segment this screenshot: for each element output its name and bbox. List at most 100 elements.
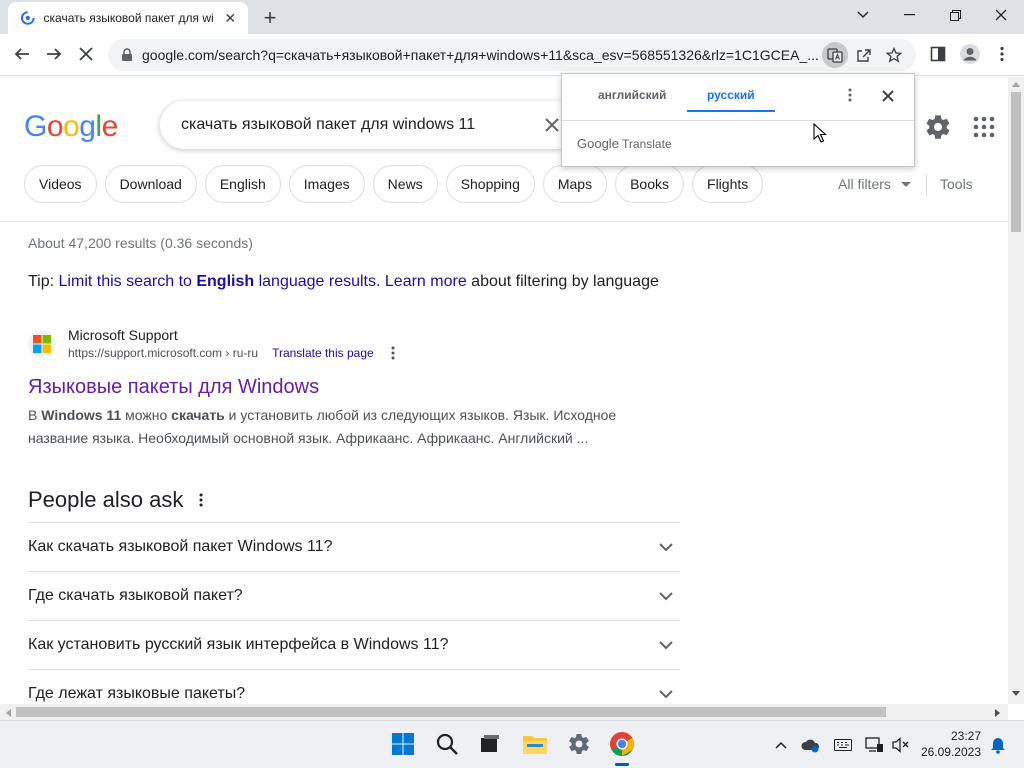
- divider: [0, 221, 1008, 222]
- active-app-indicator: [615, 763, 629, 766]
- onedrive-icon[interactable]: [800, 734, 822, 756]
- tab-close-icon[interactable]: ✕: [221, 8, 240, 28]
- search-icon[interactable]: [430, 727, 464, 761]
- restore-icon[interactable]: [932, 0, 978, 30]
- forward-arrow-icon[interactable]: [40, 40, 68, 68]
- scroll-left-arrow-icon[interactable]: [4, 708, 12, 718]
- chip-english[interactable]: English: [204, 165, 281, 203]
- system-clock[interactable]: 23:27 26.09.2023: [915, 728, 981, 760]
- snippet-bold: Windows 11: [41, 407, 122, 423]
- file-explorer-icon[interactable]: [518, 727, 552, 761]
- gear-icon[interactable]: [924, 113, 952, 141]
- google-translate-brand: Google Translate: [577, 136, 672, 151]
- scroll-up-arrow-icon[interactable]: [1011, 80, 1021, 88]
- all-filters-button[interactable]: All filters: [838, 176, 911, 192]
- people-also-ask-heading: People also ask: [28, 487, 203, 513]
- lang-tab-source[interactable]: английский: [598, 88, 666, 102]
- chip-news[interactable]: News: [372, 165, 438, 203]
- tray-overflow-chevron-icon[interactable]: [770, 734, 792, 756]
- logo-letter: e: [101, 110, 119, 143]
- address-bar[interactable]: google.com/search?q=скачать+языковой+пак…: [108, 39, 916, 71]
- result-options-icon[interactable]: [386, 346, 400, 360]
- result-stats: About 47,200 results (0.36 seconds): [28, 235, 253, 251]
- chip-maps[interactable]: Maps: [542, 165, 608, 203]
- stop-loading-icon[interactable]: [72, 40, 100, 68]
- clock-time: 23:27: [950, 729, 981, 743]
- share-icon[interactable]: [850, 41, 878, 69]
- new-tab-icon[interactable]: +: [258, 5, 282, 30]
- windows-start-icon[interactable]: [386, 727, 420, 761]
- chevron-down-icon: [659, 690, 673, 699]
- chrome-icon[interactable]: [605, 727, 639, 761]
- bookmark-star-icon[interactable]: [880, 41, 908, 69]
- browser-tab[interactable]: скачать языковой пакет для wi ✕: [8, 2, 248, 34]
- active-tab-indicator: [687, 110, 775, 112]
- tools-button[interactable]: Tools: [940, 176, 973, 192]
- chip-download[interactable]: Download: [104, 165, 197, 203]
- paa-question-text: Где лежат языковые пакеты?: [28, 685, 246, 702]
- lock-icon[interactable]: [120, 48, 134, 62]
- search-input[interactable]: скачать языковой пакет для windows 11: [181, 116, 532, 134]
- snippet-bold: скачать: [171, 407, 225, 423]
- browser-menu-icon[interactable]: [988, 40, 1016, 68]
- limit-search-link[interactable]: Limit this search to English language re…: [59, 273, 381, 290]
- translate-options-icon[interactable]: [848, 88, 852, 107]
- chevron-down-icon: [659, 592, 673, 601]
- result-site[interactable]: Microsoft Support https://support.micros…: [28, 326, 668, 362]
- result-url: https://support.microsoft.com › ru-ru: [68, 346, 259, 360]
- chip-books[interactable]: Books: [615, 165, 685, 203]
- scroll-down-arrow-icon[interactable]: [1011, 690, 1021, 698]
- paa-question-text: Где скачать языковой пакет?: [28, 587, 243, 604]
- tab-strip: скачать языковой пакет для wi ✕ +: [0, 0, 1024, 34]
- profile-avatar-icon[interactable]: [956, 40, 984, 68]
- logo-letter: G: [24, 110, 47, 143]
- paa-question[interactable]: Как установить русский язык интерфейса в…: [28, 620, 680, 669]
- chip-images[interactable]: Images: [288, 165, 365, 203]
- horizontal-scroll-thumb[interactable]: [16, 707, 886, 717]
- keyboard-icon[interactable]: [832, 734, 854, 756]
- close-icon[interactable]: [878, 86, 898, 106]
- close-window-icon[interactable]: [978, 0, 1024, 30]
- scroll-right-arrow-icon[interactable]: [994, 708, 1002, 718]
- chevron-down-icon: [659, 641, 673, 650]
- translate-icon[interactable]: [822, 42, 848, 68]
- filter-chips: Videos Download English Images News Shop…: [24, 165, 771, 205]
- paa-question-text: Как скачать языковой пакет Windows 11?: [28, 538, 333, 555]
- side-panel-icon[interactable]: [924, 40, 952, 68]
- logo-letter: o: [46, 110, 64, 143]
- translate-page-link[interactable]: Translate this page: [272, 344, 374, 362]
- result-site-name: Microsoft Support: [68, 327, 178, 343]
- task-view-icon[interactable]: [472, 727, 506, 761]
- url-text[interactable]: google.com/search?q=скачать+языковой+пак…: [142, 47, 820, 63]
- tab-search-icon[interactable]: [840, 0, 886, 30]
- google-apps-icon[interactable]: [972, 115, 996, 139]
- tip-link-text: Limit this search to: [58, 273, 197, 290]
- chip-flights[interactable]: Flights: [692, 165, 764, 203]
- browser-toolbar: google.com/search?q=скачать+языковой+пак…: [0, 34, 1024, 76]
- tip-link-end: language results.: [254, 273, 381, 290]
- lang-tab-target[interactable]: русский: [707, 88, 755, 102]
- translate-popup: английский русский Google Translate: [561, 73, 915, 167]
- clock-date: 26.09.2023: [920, 745, 981, 759]
- paa-options-icon[interactable]: [199, 487, 203, 513]
- paa-question[interactable]: Где скачать языковой пакет?: [28, 571, 680, 620]
- back-arrow-icon[interactable]: [8, 40, 36, 68]
- network-icon[interactable]: [864, 734, 886, 756]
- notification-bell-icon[interactable]: [987, 734, 1009, 756]
- result-title-link[interactable]: Языковые пакеты для Windows: [28, 374, 668, 400]
- chip-videos[interactable]: Videos: [24, 165, 97, 203]
- google-logo[interactable]: Google: [24, 110, 118, 144]
- search-box[interactable]: скачать языковой пакет для windows 11: [160, 101, 580, 149]
- people-also-ask-list: Как скачать языковой пакет Windows 11? Г…: [28, 522, 680, 718]
- paa-question[interactable]: Как скачать языковой пакет Windows 11?: [28, 522, 680, 571]
- volume-muted-icon[interactable]: [890, 734, 912, 756]
- learn-more-link[interactable]: Learn more: [385, 273, 467, 290]
- minimize-icon[interactable]: [886, 0, 932, 30]
- snippet-text: В: [28, 407, 42, 423]
- logo-letter: o: [63, 110, 80, 143]
- settings-gear-icon[interactable]: [562, 727, 596, 761]
- tab-title: скачать языковой пакет для wi: [43, 11, 214, 25]
- brand-google: Google: [577, 136, 619, 151]
- chip-shopping[interactable]: Shopping: [445, 165, 535, 203]
- vertical-scroll-thumb[interactable]: [1011, 92, 1021, 232]
